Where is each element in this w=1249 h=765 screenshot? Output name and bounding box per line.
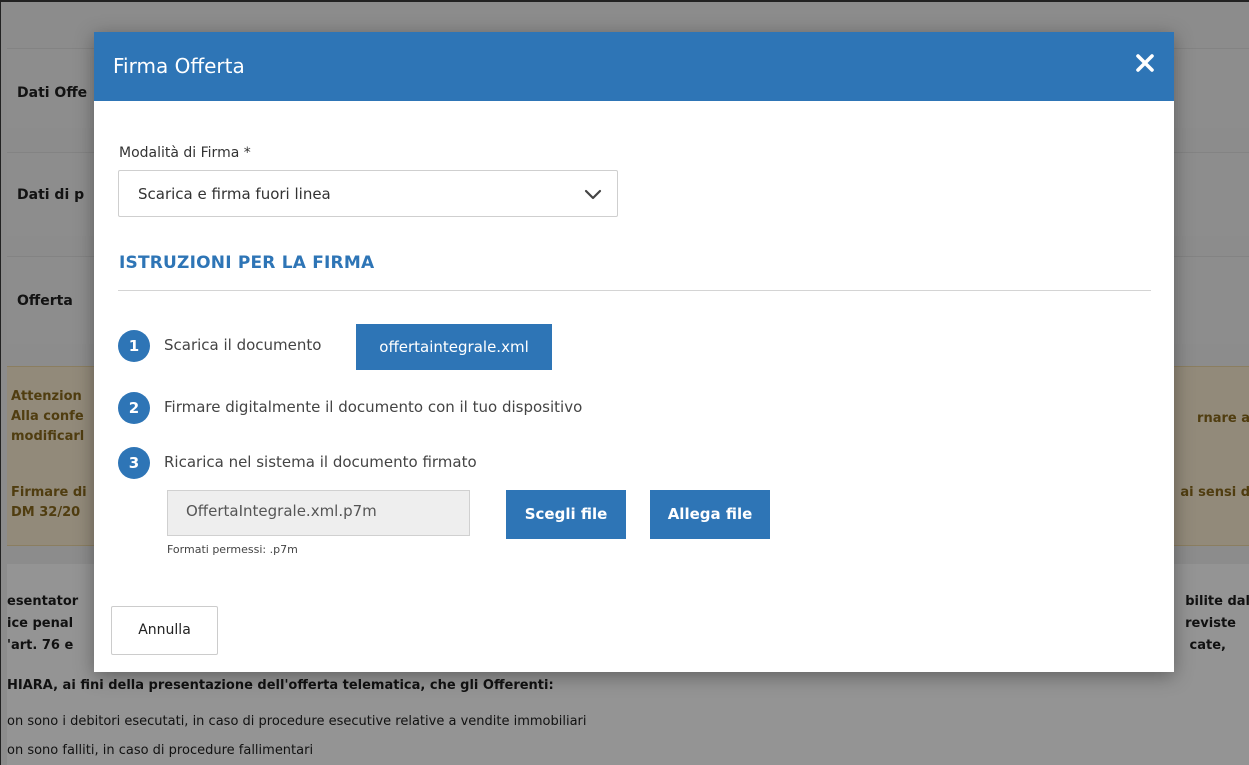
allowed-formats-hint: Formati permessi: .p7m xyxy=(167,543,298,556)
step-number-badge: 3 xyxy=(118,447,150,479)
choose-file-button[interactable]: Scegli file xyxy=(506,490,626,539)
dialog-header: Firma Offerta xyxy=(94,32,1174,101)
signed-file-field[interactable]: OffertaIntegrale.xml.p7m xyxy=(167,490,470,536)
sign-offer-dialog: Firma Offerta Modalità di Firma * Scaric… xyxy=(94,32,1174,672)
step-text: Firmare digitalmente il documento con il… xyxy=(164,398,583,416)
chevron-down-icon xyxy=(583,185,603,205)
signature-mode-label: Modalità di Firma * xyxy=(119,145,251,161)
step-number-badge: 1 xyxy=(118,330,150,362)
close-icon[interactable] xyxy=(1134,52,1156,74)
attach-file-button[interactable]: Allega file xyxy=(650,490,770,539)
cancel-button[interactable]: Annulla xyxy=(111,606,218,655)
select-value: Scarica e firma fuori linea xyxy=(138,185,331,203)
step-text: Scarica il documento xyxy=(164,336,322,354)
download-document-button[interactable]: offertaintegrale.xml xyxy=(356,324,552,370)
step-text: Ricarica nel sistema il documento firmat… xyxy=(164,453,477,471)
instructions-heading: ISTRUZIONI PER LA FIRMA xyxy=(119,253,375,273)
dialog-title: Firma Offerta xyxy=(113,54,245,78)
step-number-badge: 2 xyxy=(118,392,150,424)
divider xyxy=(118,290,1151,291)
signature-mode-select[interactable]: Scarica e firma fuori linea xyxy=(118,170,618,217)
